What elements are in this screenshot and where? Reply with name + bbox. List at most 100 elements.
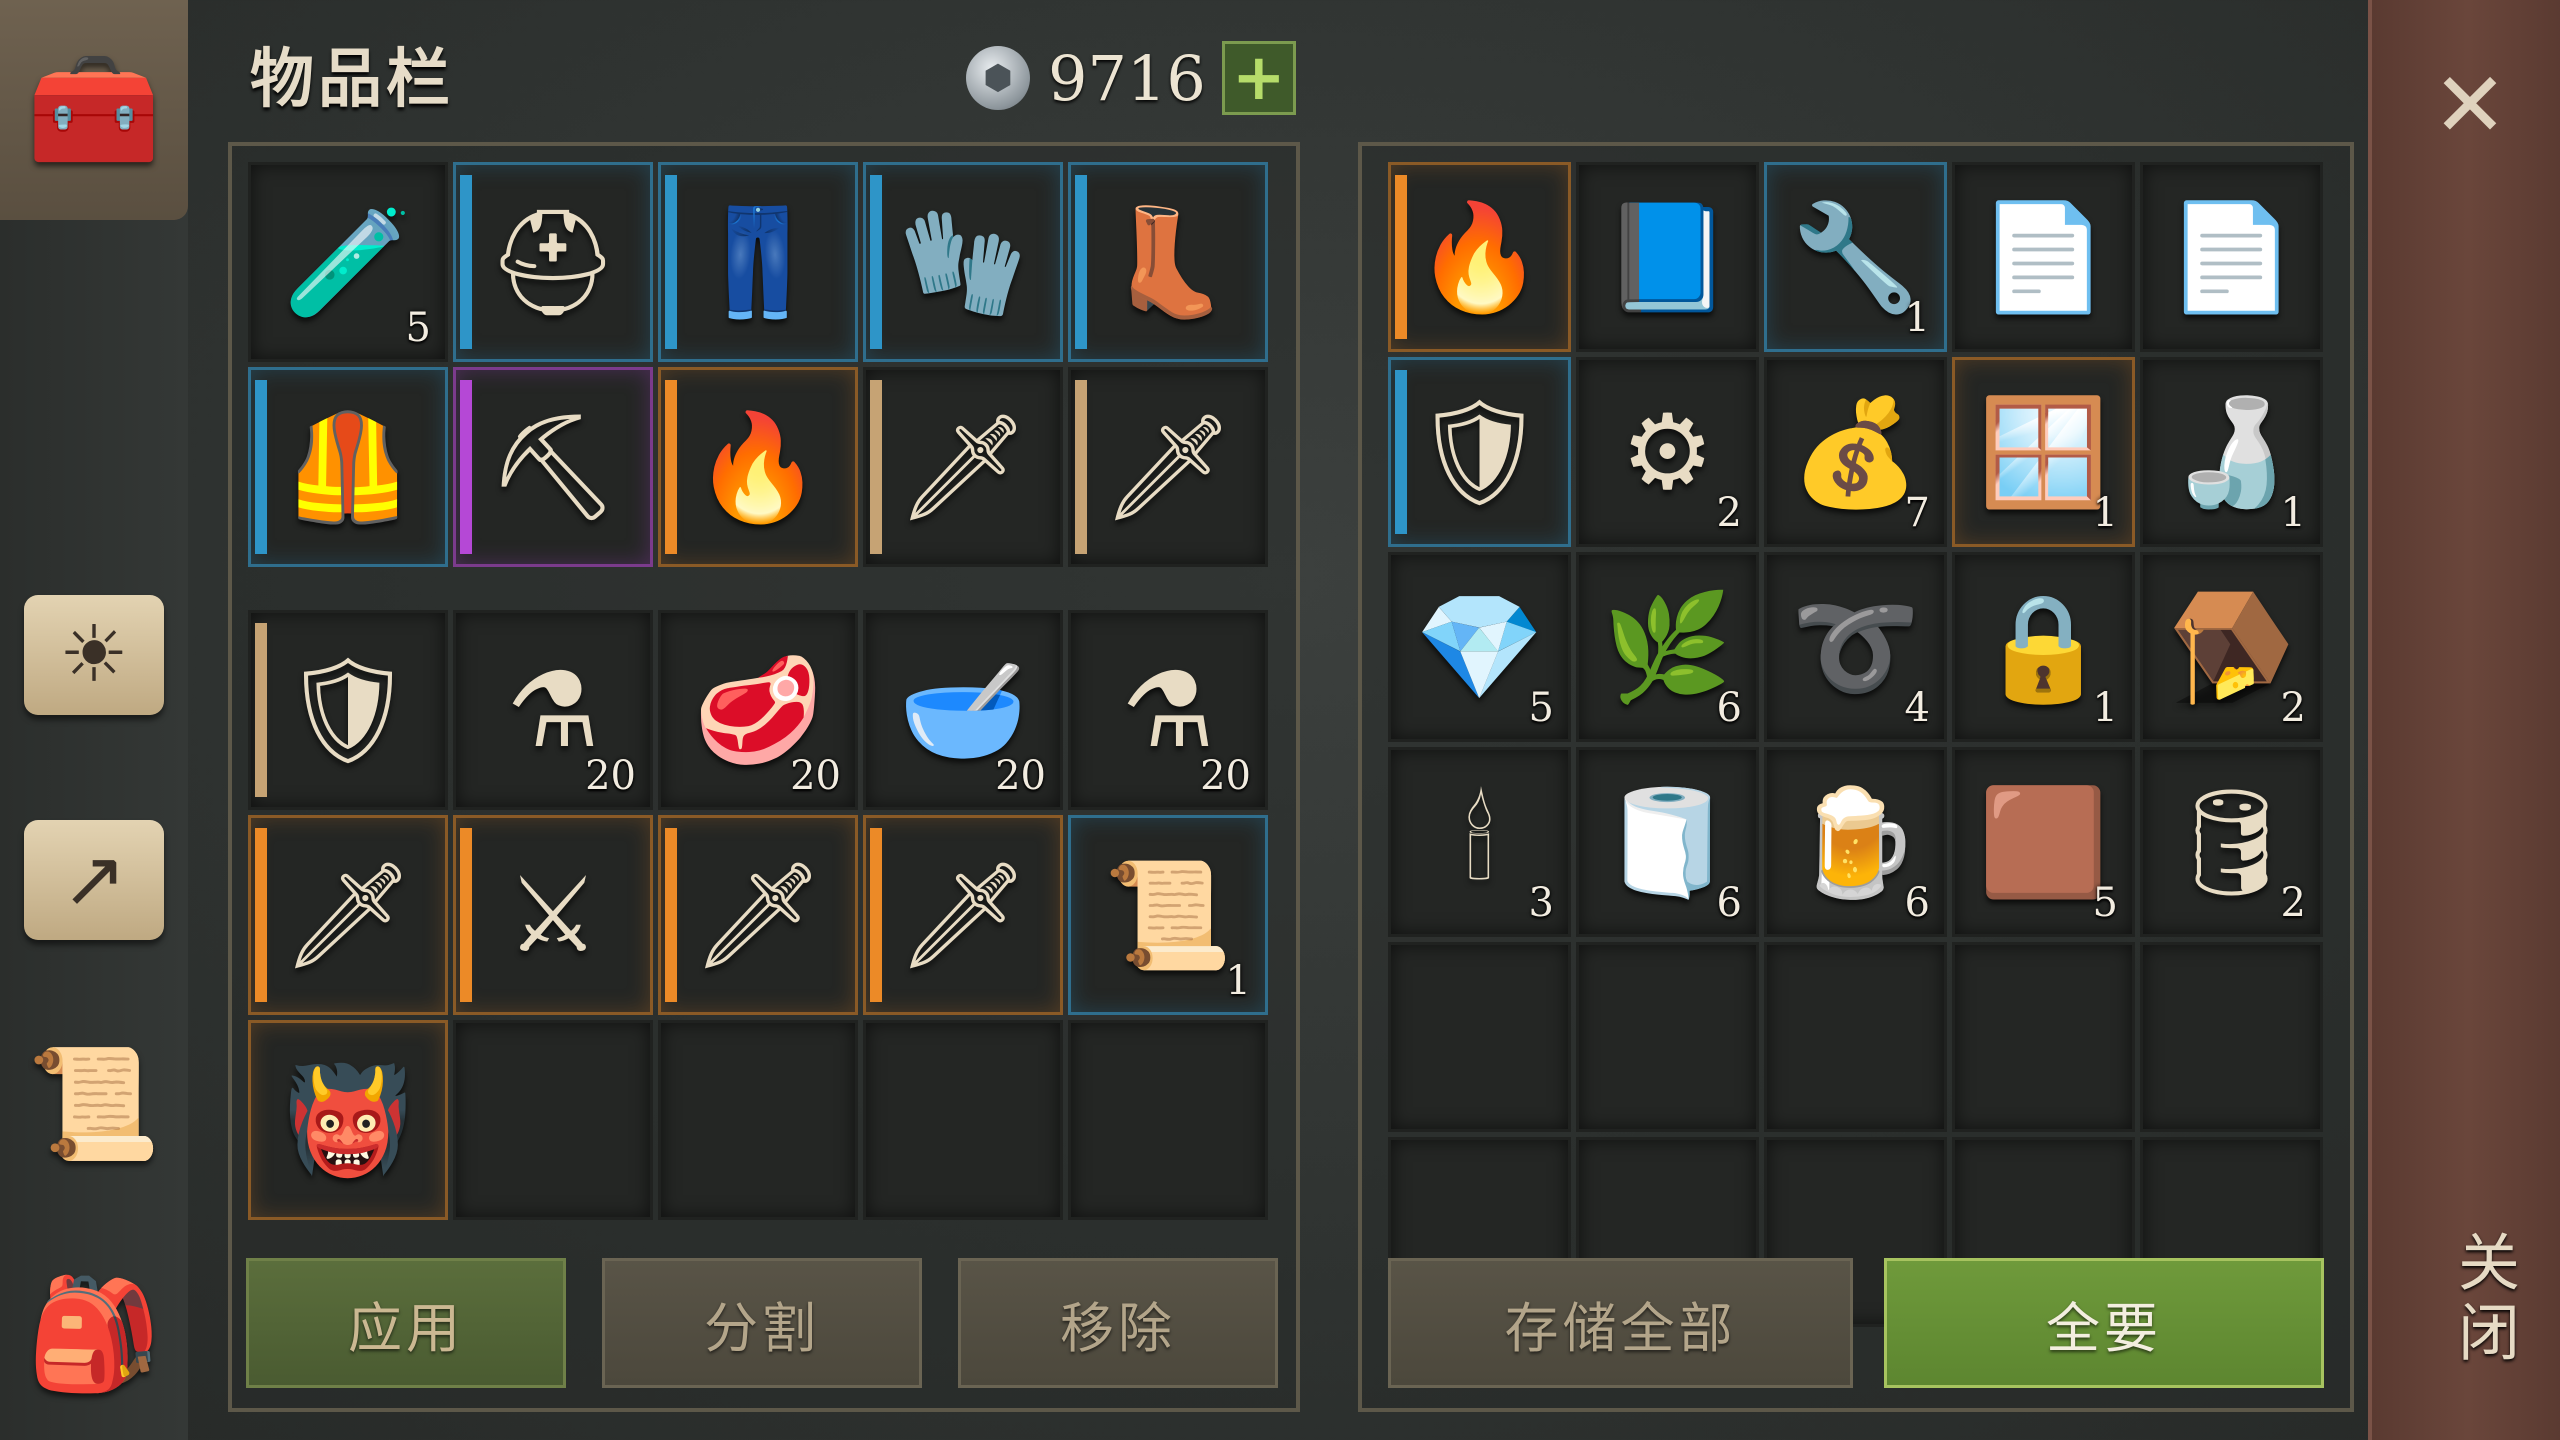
empty-slot[interactable]: [453, 1020, 653, 1220]
remove-button[interactable]: 移除: [958, 1258, 1278, 1388]
empty-slot[interactable]: [1576, 942, 1759, 1132]
scythe-icon: ⛏: [486, 406, 620, 528]
close-panel[interactable]: [2368, 0, 2560, 1440]
empty-slot[interactable]: [1764, 942, 1947, 1132]
item-slot-steel-sword[interactable]: 🗡: [658, 815, 858, 1015]
add-currency-button[interactable]: +: [1221, 41, 1296, 115]
item-quantity: 3: [1528, 880, 1554, 926]
flame-sword-icon: 🔥: [693, 406, 823, 528]
item-slot-crusader-shield[interactable]: 🛡: [248, 610, 448, 810]
item-quantity: 6: [1904, 880, 1930, 926]
item-slot-glass-pane[interactable]: 🪟 1: [1952, 357, 2135, 547]
take-all-button[interactable]: 全要: [1884, 1258, 2324, 1388]
item-slot-candle[interactable]: 🕯 3: [1388, 747, 1571, 937]
item-slot-bronze-sword[interactable]: 🗡: [248, 815, 448, 1015]
currency-display: ⬢ 9716 +: [966, 40, 1296, 116]
item-quantity: 5: [2092, 880, 2118, 926]
item-quantity: 20: [790, 753, 841, 799]
item-slot-spell-book[interactable]: 📘: [1576, 162, 1759, 352]
tab-crafting[interactable]: ☀: [0, 580, 188, 730]
backpack-grid: 🛡 ⚗ 20 🥩 20 🥣 20 ⚗ 20 🗡 ⚔ 🗡 🗡 📜 1 👹: [248, 610, 1268, 1220]
tab-character[interactable]: 🎒: [0, 1245, 188, 1425]
item-slot-round-shield[interactable]: 🛡: [1388, 357, 1571, 547]
store-all-button[interactable]: 存储全部: [1388, 1258, 1853, 1388]
item-slot-wooden-mug[interactable]: 🍺 6: [1764, 747, 1947, 937]
currency-value: 9716: [1048, 41, 1206, 115]
item-quantity: 6: [1716, 685, 1742, 731]
item-slot-flame-sword[interactable]: 🔥: [1388, 162, 1571, 352]
steel-sword-icon: 🗡: [691, 854, 825, 976]
item-quantity: 7: [1904, 490, 1930, 536]
empty-slot[interactable]: [658, 1020, 858, 1220]
item-slot-purple-potion-amulet[interactable]: 🧪 5: [248, 162, 448, 362]
item-slot-cloth[interactable]: 🧻 6: [1576, 747, 1759, 937]
item-quantity: 20: [995, 753, 1046, 799]
item-slot-barrel[interactable]: 🛢 2: [2140, 747, 2323, 937]
split-button[interactable]: 分割: [602, 1258, 922, 1388]
item-slot-katana[interactable]: 🗡: [863, 367, 1063, 567]
item-slot-steak[interactable]: 🥩 20: [658, 610, 858, 810]
item-slot-longsword[interactable]: 🗡: [1068, 367, 1268, 567]
item-quantity: 20: [585, 753, 636, 799]
item-quantity: 1: [2280, 490, 2306, 536]
item-slot-blueprint-paper[interactable]: 📄: [1952, 162, 2135, 352]
close-icon[interactable]: ✕: [2420, 56, 2520, 156]
spell-book-icon: 📘: [1602, 196, 1733, 318]
item-slot-stew-bowl[interactable]: 🥣 20: [863, 610, 1063, 810]
page-title: 物品栏: [250, 42, 454, 117]
blueprint-paper-icon: 📄: [2166, 196, 2297, 318]
item-slot-rune-scroll[interactable]: 📜 1: [1068, 815, 1268, 1015]
item-slot-light-potion[interactable]: ⚗ 20: [453, 610, 653, 810]
item-slot-iron-clamp[interactable]: 🔧 1: [1764, 162, 1947, 352]
item-slot-blueprint-paper[interactable]: 📄: [2140, 162, 2323, 352]
item-quantity: 5: [405, 305, 431, 351]
item-slot-grain-sack[interactable]: 💰 7: [1764, 357, 1947, 547]
empty-slot[interactable]: [2140, 942, 2323, 1132]
bronze-sword-icon: 🗡: [281, 854, 415, 976]
ice-sword-icon: 🗡: [896, 854, 1030, 976]
map-arrow-icon: ↗: [24, 820, 164, 940]
item-slot-leather-boots[interactable]: 👢: [1068, 162, 1268, 362]
tab-quests[interactable]: 📜: [0, 1030, 188, 1180]
empty-slot[interactable]: [863, 1020, 1063, 1220]
item-slot-padlock[interactable]: 🔒 1: [1952, 552, 2135, 742]
storage-grid: 🔥 📘 🔧 1 📄 📄 🛡 ⚙ 2 💰 7 🪟 1 🍶 1 💎 5 🌿 6 ➰ 4 🔒 1 🪤 2 🕯 3 🧻 6 🍺 6 🟫 5 🛢 2: [1388, 162, 2323, 1327]
item-slot-purple-potion[interactable]: ⚗ 20: [1068, 610, 1268, 810]
item-slot-scimitar[interactable]: ⚔: [453, 815, 653, 1015]
chain-leggings-icon: 👖: [693, 201, 823, 323]
item-quantity: 1: [2092, 490, 2118, 536]
scale-armor-icon: 🦺: [283, 406, 413, 528]
item-quantity: 1: [1904, 295, 1930, 341]
flame-sword-icon: 🔥: [1414, 196, 1545, 318]
equipment-grid: 🧪 5 ⛑ 👖 🧤 👢 🦺 ⛏ 🔥 🗡 🗡: [248, 162, 1268, 567]
item-slot-scythe[interactable]: ⛏: [453, 367, 653, 567]
item-slot-flame-sword[interactable]: 🔥: [658, 367, 858, 567]
item-slot-rope[interactable]: ➰ 4: [1764, 552, 1947, 742]
item-quantity: 5: [1528, 685, 1554, 731]
item-slot-herb-ball[interactable]: 🌿 6: [1576, 552, 1759, 742]
item-slot-leather-flask[interactable]: 🍶 1: [2140, 357, 2323, 547]
item-quantity: 20: [1200, 753, 1251, 799]
blueprint-paper-icon: 📄: [1978, 196, 2109, 318]
tab-map[interactable]: ↗: [0, 805, 188, 955]
item-slot-energy-crystal[interactable]: 💎 5: [1388, 552, 1571, 742]
empty-slot[interactable]: [1388, 942, 1571, 1132]
item-slot-bear-trap[interactable]: 🪤 2: [2140, 552, 2323, 742]
item-slot-leather[interactable]: 🟫 5: [1952, 747, 2135, 937]
item-slot-plate-gloves[interactable]: 🧤: [863, 162, 1063, 362]
empty-slot[interactable]: [1952, 942, 2135, 1132]
item-slot-ice-sword[interactable]: 🗡: [863, 815, 1063, 1015]
item-quantity: 1: [2092, 685, 2118, 731]
item-slot-horned-helmet[interactable]: 👹: [248, 1020, 448, 1220]
longsword-icon: 🗡: [1101, 406, 1235, 528]
tab-inventory[interactable]: 🧰: [0, 0, 188, 220]
apply-button[interactable]: 应用: [246, 1258, 566, 1388]
quest-scroll-icon: 📜: [26, 1042, 162, 1167]
item-slot-chain-leggings[interactable]: 👖: [658, 162, 858, 362]
item-slot-knight-helmet[interactable]: ⛑: [453, 162, 653, 362]
scimitar-icon: ⚔: [506, 854, 600, 976]
empty-slot[interactable]: [1068, 1020, 1268, 1220]
item-slot-scale-armor[interactable]: 🦺: [248, 367, 448, 567]
item-slot-gear[interactable]: ⚙ 2: [1576, 357, 1759, 547]
close-label[interactable]: 关闭: [2408, 1230, 2528, 1370]
